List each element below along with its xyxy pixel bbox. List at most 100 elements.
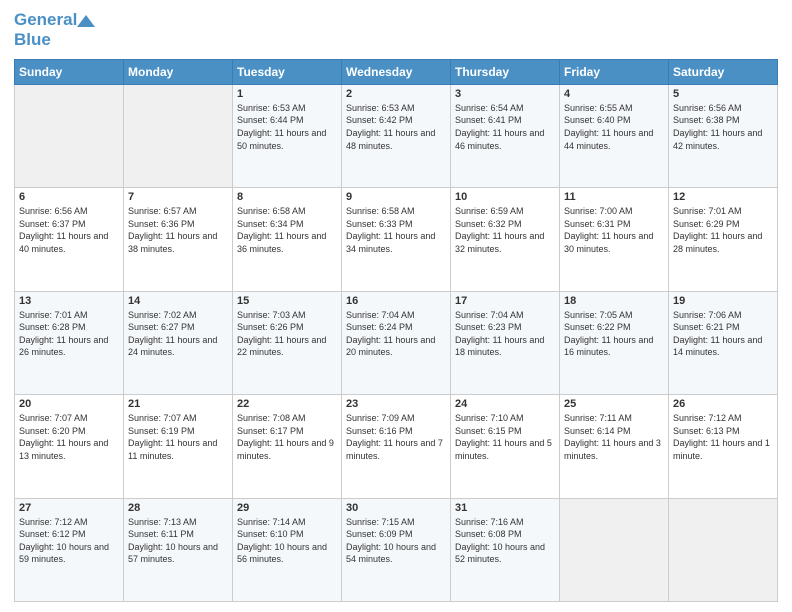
day-detail: Sunrise: 7:01 AMSunset: 6:28 PMDaylight:… [19, 309, 119, 359]
day-cell: 12 Sunrise: 7:01 AMSunset: 6:29 PMDayligh… [669, 188, 778, 291]
day-number: 22 [237, 398, 337, 410]
day-cell: 30 Sunrise: 7:15 AMSunset: 6:09 PMDayligh… [342, 498, 451, 601]
day-number: 12 [673, 191, 773, 203]
day-cell: 6 Sunrise: 6:56 AMSunset: 6:37 PMDaylight… [15, 188, 124, 291]
weekday-saturday: Saturday [669, 59, 778, 84]
day-detail: Sunrise: 7:08 AMSunset: 6:17 PMDaylight:… [237, 412, 337, 462]
weekday-thursday: Thursday [451, 59, 560, 84]
day-number: 26 [673, 398, 773, 410]
day-cell: 9Sunrise: 6:58 AMSunset: 6:33 PMDaylight… [342, 188, 451, 291]
day-detail: Sunrise: 7:10 AMSunset: 6:15 PMDaylight:… [455, 412, 555, 462]
day-cell: 23 Sunrise: 7:09 AMSunset: 6:16 PMDayligh… [342, 395, 451, 498]
day-number: 19 [673, 295, 773, 307]
day-detail: Sunrise: 6:56 AMSunset: 6:37 PMDaylight:… [19, 205, 119, 255]
day-cell [560, 498, 669, 601]
day-number: 30 [346, 502, 446, 514]
day-detail: Sunrise: 7:11 AMSunset: 6:14 PMDaylight:… [564, 412, 664, 462]
day-cell: 1 Sunrise: 6:53 AMSunset: 6:44 PMDaylight… [233, 84, 342, 187]
logo-general: General [14, 10, 77, 29]
day-number: 15 [237, 295, 337, 307]
weekday-sunday: Sunday [15, 59, 124, 84]
day-detail: Sunrise: 7:05 AMSunset: 6:22 PMDaylight:… [564, 309, 664, 359]
day-cell: 13 Sunrise: 7:01 AMSunset: 6:28 PMDayligh… [15, 291, 124, 394]
day-cell: 22 Sunrise: 7:08 AMSunset: 6:17 PMDayligh… [233, 395, 342, 498]
day-detail: Sunrise: 6:54 AMSunset: 6:41 PMDaylight:… [455, 102, 555, 152]
day-number: 24 [455, 398, 555, 410]
day-detail: Sunrise: 7:09 AMSunset: 6:16 PMDaylight:… [346, 412, 446, 462]
day-number: 1 [237, 88, 337, 100]
day-cell: 26 Sunrise: 7:12 AMSunset: 6:13 PMDayligh… [669, 395, 778, 498]
day-cell: 21 Sunrise: 7:07 AMSunset: 6:19 PMDayligh… [124, 395, 233, 498]
day-cell: 8Sunrise: 6:58 AMSunset: 6:34 PMDaylight… [233, 188, 342, 291]
day-number: 31 [455, 502, 555, 514]
day-cell: 28Sunrise: 7:13 AMSunset: 6:11 PMDayligh… [124, 498, 233, 601]
day-cell: 14Sunrise: 7:02 AMSunset: 6:27 PMDayligh… [124, 291, 233, 394]
week-row-4: 20Sunrise: 7:07 AMSunset: 6:20 PMDayligh… [15, 395, 778, 498]
day-detail: Sunrise: 7:07 AMSunset: 6:19 PMDaylight:… [128, 412, 228, 462]
day-cell: 4 Sunrise: 6:55 AMSunset: 6:40 PMDaylight… [560, 84, 669, 187]
day-cell: 18 Sunrise: 7:05 AMSunset: 6:22 PMDayligh… [560, 291, 669, 394]
day-detail: Sunrise: 6:58 AMSunset: 6:33 PMDaylight:… [346, 205, 446, 255]
day-number: 4 [564, 88, 664, 100]
weekday-wednesday: Wednesday [342, 59, 451, 84]
day-cell: 25 Sunrise: 7:11 AMSunset: 6:14 PMDayligh… [560, 395, 669, 498]
day-detail: Sunrise: 7:15 AMSunset: 6:09 PMDaylight:… [346, 516, 446, 566]
day-number: 2 [346, 88, 446, 100]
day-detail: Sunrise: 6:53 AMSunset: 6:42 PMDaylight:… [346, 102, 446, 152]
day-cell: 7 Sunrise: 6:57 AMSunset: 6:36 PMDaylight… [124, 188, 233, 291]
day-detail: Sunrise: 6:53 AMSunset: 6:44 PMDaylight:… [237, 102, 337, 152]
week-row-1: 1 Sunrise: 6:53 AMSunset: 6:44 PMDaylight… [15, 84, 778, 187]
day-cell: 29 Sunrise: 7:14 AMSunset: 6:10 PMDayligh… [233, 498, 342, 601]
day-detail: Sunrise: 7:12 AMSunset: 6:13 PMDaylight:… [673, 412, 773, 462]
day-detail: Sunrise: 7:00 AMSunset: 6:31 PMDaylight:… [564, 205, 664, 255]
day-detail: Sunrise: 7:12 AMSunset: 6:12 PMDaylight:… [19, 516, 119, 566]
day-detail: Sunrise: 7:14 AMSunset: 6:10 PMDaylight:… [237, 516, 337, 566]
week-row-2: 6 Sunrise: 6:56 AMSunset: 6:37 PMDaylight… [15, 188, 778, 291]
day-detail: Sunrise: 7:02 AMSunset: 6:27 PMDaylight:… [128, 309, 228, 359]
day-number: 7 [128, 191, 228, 203]
day-detail: Sunrise: 6:56 AMSunset: 6:38 PMDaylight:… [673, 102, 773, 152]
day-detail: Sunrise: 6:55 AMSunset: 6:40 PMDaylight:… [564, 102, 664, 152]
day-cell: 15 Sunrise: 7:03 AMSunset: 6:26 PMDayligh… [233, 291, 342, 394]
day-number: 13 [19, 295, 119, 307]
day-cell: 3 Sunrise: 6:54 AMSunset: 6:41 PMDaylight… [451, 84, 560, 187]
day-number: 25 [564, 398, 664, 410]
weekday-tuesday: Tuesday [233, 59, 342, 84]
day-number: 5 [673, 88, 773, 100]
day-number: 23 [346, 398, 446, 410]
day-number: 27 [19, 502, 119, 514]
day-detail: Sunrise: 7:07 AMSunset: 6:20 PMDaylight:… [19, 412, 119, 462]
day-cell [124, 84, 233, 187]
day-number: 21 [128, 398, 228, 410]
day-cell: 11 Sunrise: 7:00 AMSunset: 6:31 PMDayligh… [560, 188, 669, 291]
day-cell: 5 Sunrise: 6:56 AMSunset: 6:38 PMDaylight… [669, 84, 778, 187]
weekday-friday: Friday [560, 59, 669, 84]
day-cell: 16Sunrise: 7:04 AMSunset: 6:24 PMDayligh… [342, 291, 451, 394]
logo-text: General [14, 10, 95, 30]
day-cell: 24 Sunrise: 7:10 AMSunset: 6:15 PMDayligh… [451, 395, 560, 498]
day-cell: 2 Sunrise: 6:53 AMSunset: 6:42 PMDaylight… [342, 84, 451, 187]
day-number: 16 [346, 295, 446, 307]
day-detail: Sunrise: 7:13 AMSunset: 6:11 PMDaylight:… [128, 516, 228, 566]
calendar-table: SundayMondayTuesdayWednesdayThursdayFrid… [14, 59, 778, 602]
week-row-3: 13 Sunrise: 7:01 AMSunset: 6:28 PMDayligh… [15, 291, 778, 394]
day-number: 3 [455, 88, 555, 100]
day-detail: Sunrise: 7:16 AMSunset: 6:08 PMDaylight:… [455, 516, 555, 566]
day-number: 11 [564, 191, 664, 203]
day-number: 6 [19, 191, 119, 203]
day-cell [15, 84, 124, 187]
day-detail: Sunrise: 6:59 AMSunset: 6:32 PMDaylight:… [455, 205, 555, 255]
day-cell: 20Sunrise: 7:07 AMSunset: 6:20 PMDayligh… [15, 395, 124, 498]
day-cell: 10Sunrise: 6:59 AMSunset: 6:32 PMDayligh… [451, 188, 560, 291]
header: General Blue [14, 10, 778, 51]
day-cell: 27 Sunrise: 7:12 AMSunset: 6:12 PMDayligh… [15, 498, 124, 601]
day-detail: Sunrise: 7:03 AMSunset: 6:26 PMDaylight:… [237, 309, 337, 359]
day-number: 29 [237, 502, 337, 514]
day-number: 17 [455, 295, 555, 307]
day-detail: Sunrise: 7:01 AMSunset: 6:29 PMDaylight:… [673, 205, 773, 255]
logo-blue: Blue [14, 30, 95, 50]
weekday-header-row: SundayMondayTuesdayWednesdayThursdayFrid… [15, 59, 778, 84]
day-number: 18 [564, 295, 664, 307]
day-detail: Sunrise: 7:04 AMSunset: 6:23 PMDaylight:… [455, 309, 555, 359]
day-detail: Sunrise: 6:57 AMSunset: 6:36 PMDaylight:… [128, 205, 228, 255]
